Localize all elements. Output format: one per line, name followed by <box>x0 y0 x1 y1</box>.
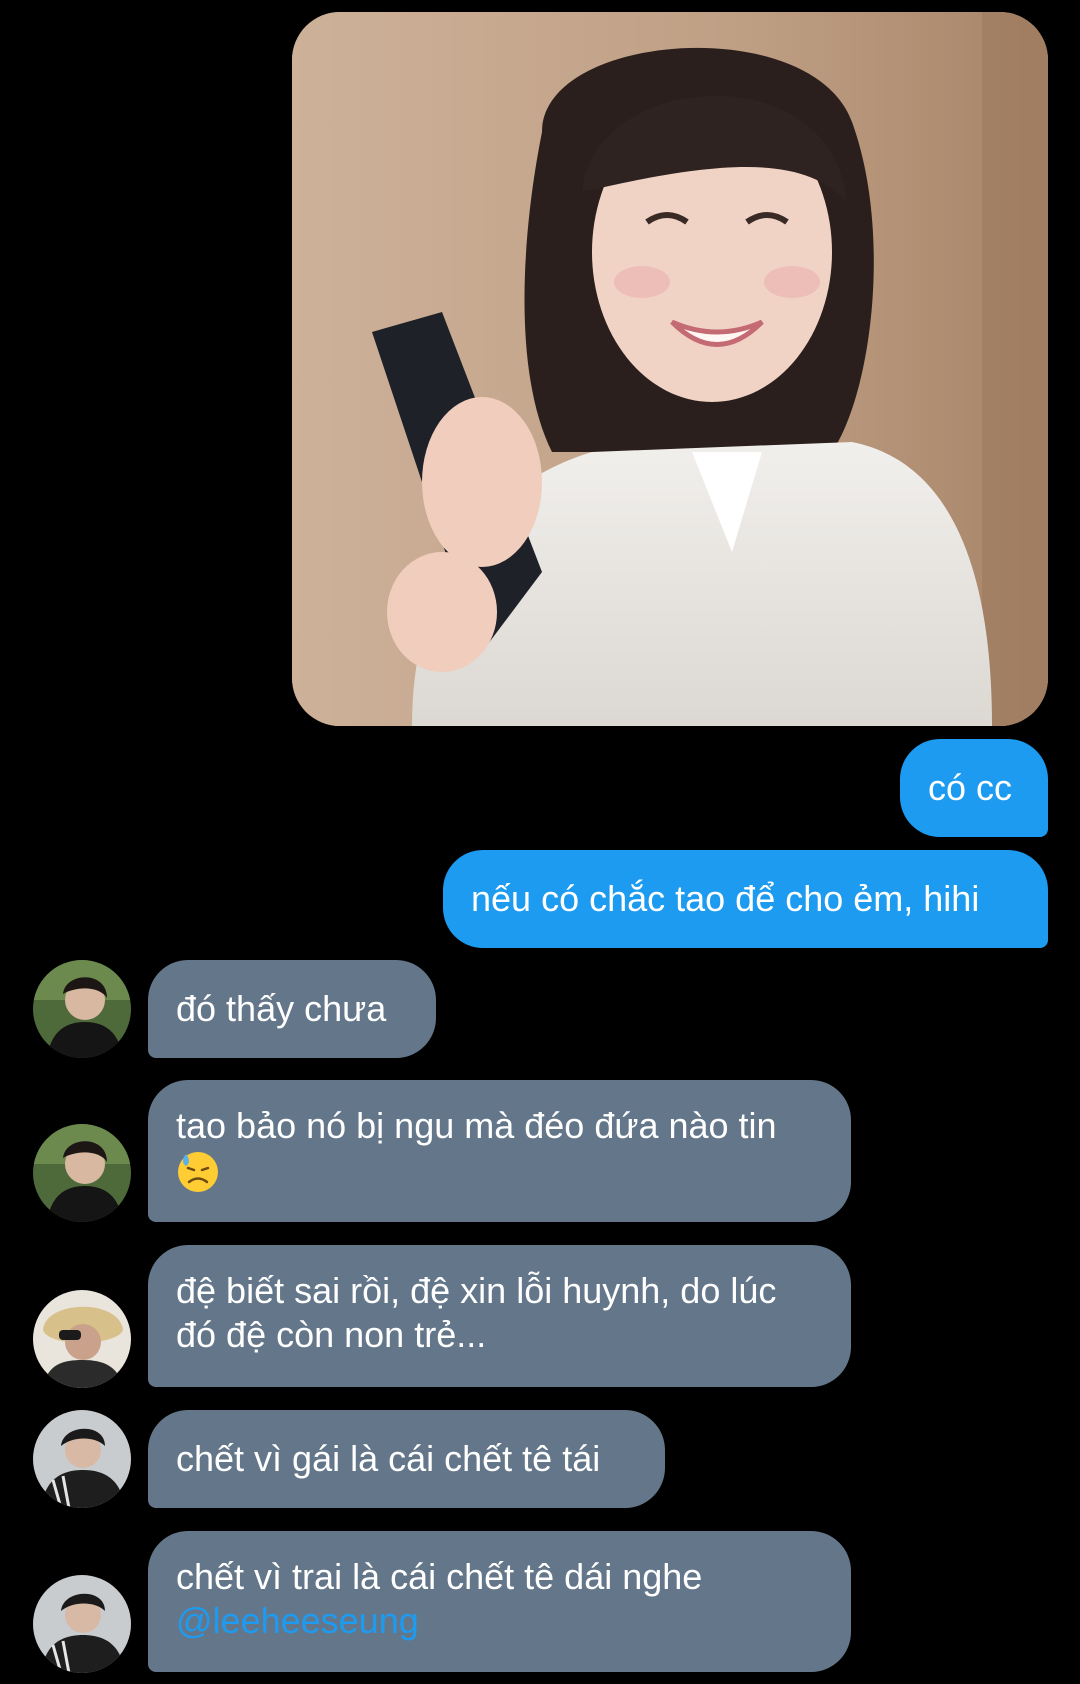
message-text-line: đó đệ còn non trẻ... <box>176 1314 487 1355</box>
message-text: đó thấy chưa <box>176 988 387 1029</box>
incoming-message[interactable]: đệ biết sai rồi, đệ xin lỗi huynh, do lú… <box>148 1245 851 1387</box>
downcast-face-with-sweat-icon <box>176 1150 220 1194</box>
avatar-image <box>33 1290 131 1388</box>
incoming-message[interactable]: chết vì trai là cái chết tê dái nghe @le… <box>148 1531 851 1672</box>
message-text: chết vì gái là cái chết tê tái <box>176 1438 601 1479</box>
sender-avatar[interactable] <box>33 1410 131 1508</box>
sender-avatar[interactable] <box>33 1290 131 1388</box>
message-text-line: đệ biết sai rồi, đệ xin lỗi huynh, do lú… <box>176 1270 777 1311</box>
message-text: có cc <box>928 767 1013 808</box>
sent-image[interactable] <box>292 12 1048 726</box>
sender-avatar[interactable] <box>33 1124 131 1222</box>
avatar-image <box>33 960 131 1058</box>
user-mention-link[interactable]: @leeheeseung <box>176 1599 823 1643</box>
message-text: tao bảo nó bị ngu mà đéo đứa nào tin <box>176 1105 777 1146</box>
sender-avatar[interactable] <box>33 1575 131 1673</box>
avatar-image <box>33 1575 131 1673</box>
avatar-image <box>33 1124 131 1222</box>
incoming-message[interactable]: đó thấy chưa <box>148 960 436 1058</box>
incoming-message[interactable]: chết vì gái là cái chết tê tái <box>148 1410 665 1508</box>
avatar-image <box>33 1410 131 1508</box>
photo-illustration <box>292 12 1048 726</box>
message-text: chết vì trai là cái chết tê dái nghe <box>176 1556 703 1597</box>
outgoing-message[interactable]: có cc <box>900 739 1048 837</box>
incoming-message[interactable]: tao bảo nó bị ngu mà đéo đứa nào tin <box>148 1080 851 1222</box>
outgoing-message[interactable]: nếu có chắc tao để cho ẻm, hihi <box>443 850 1048 948</box>
sender-avatar[interactable] <box>33 960 131 1058</box>
message-text: nếu có chắc tao để cho ẻm, hihi <box>471 878 980 919</box>
